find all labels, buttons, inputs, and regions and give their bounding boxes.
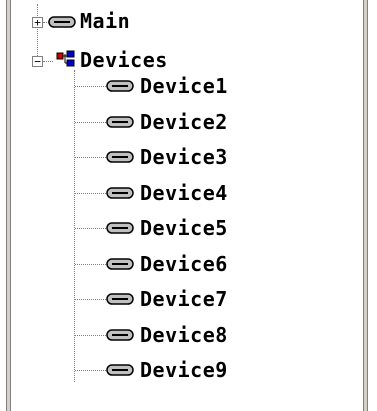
- tree-connector-line: [75, 228, 106, 229]
- tree-connector-line: [37, 4, 38, 56]
- tree-node-label: Device6: [140, 252, 228, 276]
- tree-connector-line: [75, 86, 106, 87]
- expand-plus-icon: +: [34, 16, 41, 29]
- tree-connector-line: [75, 335, 106, 336]
- tree-connector-line: [75, 264, 106, 265]
- tree-connector-line: [75, 370, 106, 371]
- tree-connector-line: [75, 299, 106, 300]
- device-tree: + Main − Devices Device1 Device2 Device3…: [0, 0, 377, 411]
- tree-node-device[interactable]: Device3: [140, 144, 228, 170]
- tree-node-label: Main: [80, 9, 131, 33]
- device-icon: [106, 258, 134, 270]
- device-icon: [106, 151, 134, 163]
- device-icon: [106, 222, 134, 234]
- device-icon: [106, 116, 134, 128]
- tree-connector-line: [43, 61, 53, 62]
- tree-node-label: Device3: [140, 145, 228, 169]
- tree-node-devices[interactable]: Devices: [80, 47, 168, 73]
- device-icon: [106, 80, 134, 92]
- device-icon: [106, 329, 134, 341]
- device-icon: [106, 187, 134, 199]
- tree-node-device[interactable]: Device5: [140, 215, 228, 241]
- tree-node-device[interactable]: Device4: [140, 180, 228, 206]
- devices-collapse-toggle[interactable]: −: [32, 56, 43, 67]
- collapse-minus-icon: −: [34, 55, 41, 68]
- tree-view-panel: + Main − Devices Device1 Device2 Device3…: [0, 0, 377, 411]
- tree-node-label: Device2: [140, 110, 228, 134]
- device-icon: [106, 293, 134, 305]
- device-icon: [106, 364, 134, 376]
- tree-node-label: Device7: [140, 287, 228, 311]
- tree-node-device[interactable]: Device1: [140, 73, 228, 99]
- tree-node-label: Device5: [140, 216, 228, 240]
- tree-node-device[interactable]: Device8: [140, 322, 228, 348]
- tree-node-label: Device8: [140, 323, 228, 347]
- tree-connector-line: [75, 193, 106, 194]
- tree-node-device[interactable]: Device2: [140, 109, 228, 135]
- network-group-icon: [56, 50, 75, 67]
- main-expand-toggle[interactable]: +: [32, 17, 43, 28]
- tree-node-device[interactable]: Device7: [140, 286, 228, 312]
- tree-node-main[interactable]: Main: [80, 8, 130, 34]
- tree-node-label: Device4: [140, 181, 228, 205]
- tree-node-device[interactable]: Device6: [140, 251, 228, 277]
- tree-node-label: Device9: [140, 358, 228, 382]
- device-icon: [48, 16, 76, 28]
- tree-connector-line: [75, 157, 106, 158]
- tree-connector-line: [75, 122, 106, 123]
- tree-node-label: Devices: [80, 48, 168, 72]
- tree-node-label: Device1: [140, 74, 228, 98]
- tree-node-device[interactable]: Device9: [140, 357, 228, 383]
